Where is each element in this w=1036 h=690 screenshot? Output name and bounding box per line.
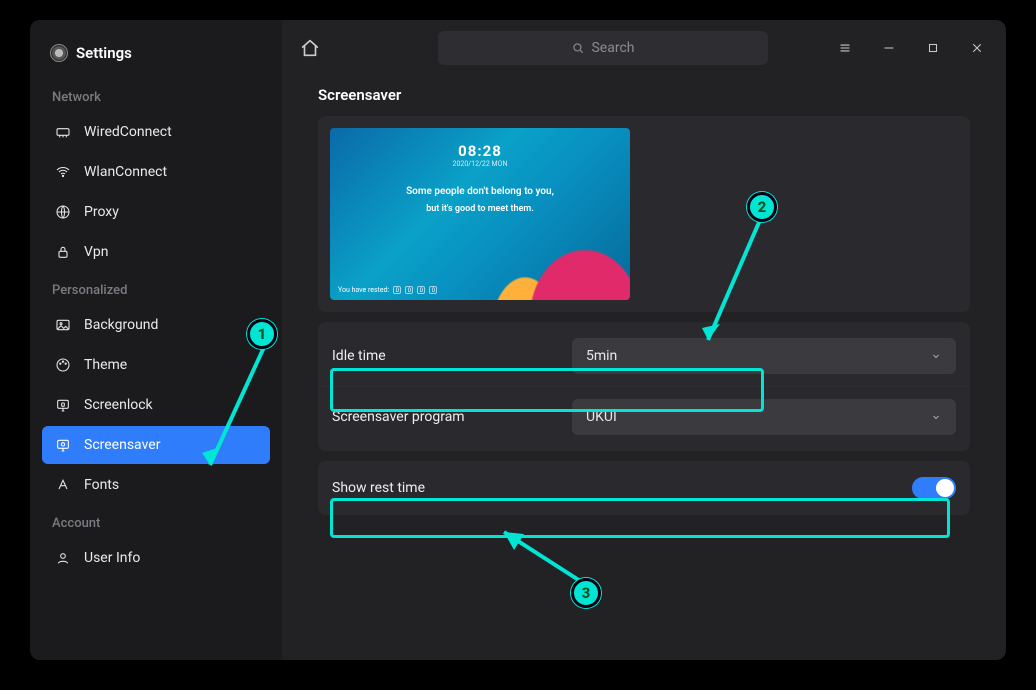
search-icon [571,41,585,55]
maximize-icon [926,41,940,55]
group-personalized: Personalized [42,273,270,304]
settings-card: Idle time 5min Screensaver program UKUI [318,322,970,451]
search-placeholder: Search [591,40,634,56]
sidebar-item-label: Proxy [84,204,119,220]
program-label: Screensaver program [332,409,552,425]
preview-rest-d3: 0 [429,286,437,294]
close-button[interactable] [962,33,992,63]
fonts-icon [54,476,72,494]
annotation-badge-2: 2 [747,192,777,222]
preview-clock: 08:28 [330,142,630,160]
sidebar-item-fonts[interactable]: Fonts [42,466,270,504]
user-icon [54,549,72,567]
row-idle-time: Idle time 5min [318,326,970,386]
content: Screensaver 08:28 2020/12/22 MON Some pe… [282,76,1006,545]
preview-card: 08:28 2020/12/22 MON Some people don't b… [318,116,970,312]
idle-time-select[interactable]: 5min [572,338,956,374]
sidebar: Settings Network WiredConnect WlanConnec… [30,20,282,660]
preview-rest-d0: 0 [393,286,401,294]
sidebar-item-theme[interactable]: Theme [42,346,270,384]
menu-button[interactable] [830,33,860,63]
preview-rest-d2: 0 [417,286,425,294]
minimize-icon [882,41,896,55]
palette-icon [54,356,72,374]
sidebar-item-label: Theme [84,357,127,373]
page-title: Screensaver [318,76,970,116]
app-title-row: Settings [42,38,270,80]
home-icon [299,37,321,59]
preview-quote-line1: Some people don't belong to you, [330,186,630,197]
preview-rest-label: You have rested: [338,286,389,294]
app-icon [50,44,68,62]
sidebar-item-label: Screenlock [84,397,153,413]
settings-window: Settings Network WiredConnect WlanConnec… [30,20,1006,660]
home-button[interactable] [296,34,324,62]
toggle-card: Show rest time [318,461,970,515]
show-rest-toggle[interactable] [912,477,956,499]
annotation-badge-3: 3 [571,578,601,608]
sidebar-item-screensaver[interactable]: Screensaver [42,426,270,464]
wifi-icon [54,163,72,181]
ethernet-icon [54,123,72,141]
sidebar-item-screenlock[interactable]: Screenlock [42,386,270,424]
search-input[interactable]: Search [438,31,768,65]
sidebar-item-label: Screensaver [84,437,160,453]
sidebar-item-wlanconnect[interactable]: WlanConnect [42,153,270,191]
sidebar-item-label: Vpn [84,244,109,260]
menu-icon [838,41,852,55]
row-show-rest: Show rest time [318,465,970,511]
sidebar-item-label: Background [84,317,158,333]
idle-time-label: Idle time [332,348,552,364]
screensaver-icon [54,436,72,454]
sidebar-item-background[interactable]: Background [42,306,270,344]
sidebar-item-vpn[interactable]: Vpn [42,233,270,271]
sidebar-item-label: User Info [84,550,140,566]
globe-icon [54,203,72,221]
preview-rest-d1: 0 [405,286,413,294]
sidebar-item-wiredconnect[interactable]: WiredConnect [42,113,270,151]
group-account: Account [42,506,270,537]
sidebar-item-proxy[interactable]: Proxy [42,193,270,231]
maximize-button[interactable] [918,33,948,63]
group-network: Network [42,80,270,111]
idle-time-value: 5min [586,348,617,364]
toggle-knob [936,479,954,497]
sidebar-item-label: WiredConnect [84,124,172,140]
screensaver-preview[interactable]: 08:28 2020/12/22 MON Some people don't b… [330,128,630,300]
app-title: Settings [76,44,132,62]
lock-icon [54,243,72,261]
program-value: UKUI [586,409,617,425]
screenlock-icon [54,396,72,414]
preview-quote-line2: but it's good to meet them. [330,204,630,214]
annotation-badge-1: 1 [247,319,277,349]
show-rest-label: Show rest time [332,480,892,496]
preview-rest: You have rested: 0 0 0 0 [338,286,437,294]
sidebar-item-userinfo[interactable]: User Info [42,539,270,577]
sidebar-item-label: Fonts [84,477,119,493]
close-icon [970,41,984,55]
sidebar-item-label: WlanConnect [84,164,167,180]
minimize-button[interactable] [874,33,904,63]
topbar: Search [282,20,1006,76]
chevron-down-icon [930,350,942,362]
program-select[interactable]: UKUI [572,399,956,435]
chevron-down-icon [930,411,942,423]
row-program: Screensaver program UKUI [318,386,970,447]
image-icon [54,316,72,334]
main: Search Screensaver 08:28 2020/12/22 MON [282,20,1006,660]
preview-date: 2020/12/22 MON [330,160,630,168]
